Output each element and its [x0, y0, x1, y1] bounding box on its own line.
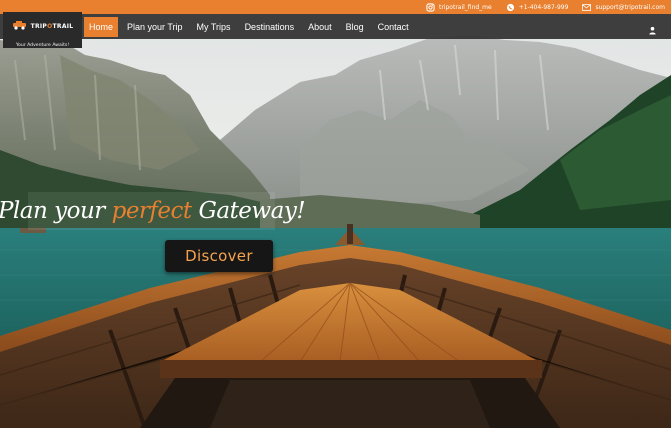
headline-text-start: Plan your [0, 198, 112, 224]
jeep-logo-icon [12, 17, 28, 35]
hero-headline-box: Plan your perfect Gateway! [0, 192, 306, 230]
hero-section: Plan your perfect Gateway! Discover [0, 0, 671, 428]
email-icon [582, 3, 592, 12]
email-address: support@tripotrail.com [595, 3, 665, 11]
nav-item-plan-your-trip[interactable]: Plan your Trip [122, 17, 188, 37]
whatsapp-number: +1-404-987-999 [518, 3, 569, 11]
email-contact[interactable]: support@tripotrail.com [582, 3, 665, 12]
top-contact-bar: tripotrail_find_me +1-404-987-999 suppor… [0, 0, 671, 14]
headline-accent-word: perfect [111, 198, 193, 224]
whatsapp-icon [506, 3, 515, 12]
brand-part-trail: TRAIL [52, 22, 74, 30]
instagram-icon [426, 2, 435, 12]
nav-item-about[interactable]: About [303, 17, 337, 37]
site-logo[interactable]: TRIPOTRAIL Your Adventure Awaits! [3, 12, 82, 48]
nav-item-destinations[interactable]: Destinations [240, 17, 300, 37]
nav-menu: Home Plan your Trip My Trips Destination… [84, 14, 418, 39]
brand-part-trip: TRIP [30, 22, 48, 30]
whatsapp-contact[interactable]: +1-404-987-999 [506, 3, 569, 12]
headline-text-end: Gateway! [191, 198, 306, 224]
instagram-handle: tripotrail_find_me [439, 3, 492, 11]
logo-tagline: Your Adventure Awaits! [15, 43, 70, 48]
main-navbar: Home Plan your Trip My Trips Destination… [0, 14, 671, 39]
user-icon[interactable] [648, 22, 657, 35]
logo-brand-text: TRIPOTRAIL [31, 23, 74, 30]
instagram-contact[interactable]: tripotrail_find_me [426, 2, 492, 12]
nav-item-home[interactable]: Home [84, 16, 119, 37]
nav-item-contact[interactable]: Contact [373, 17, 414, 37]
discover-button[interactable]: Discover [165, 240, 273, 272]
nav-item-blog[interactable]: Blog [341, 17, 369, 37]
hero-headline: Plan your perfect Gateway! [0, 198, 306, 224]
logo-mark: TRIPOTRAIL [12, 17, 74, 35]
nav-item-my-trips[interactable]: My Trips [192, 17, 236, 37]
